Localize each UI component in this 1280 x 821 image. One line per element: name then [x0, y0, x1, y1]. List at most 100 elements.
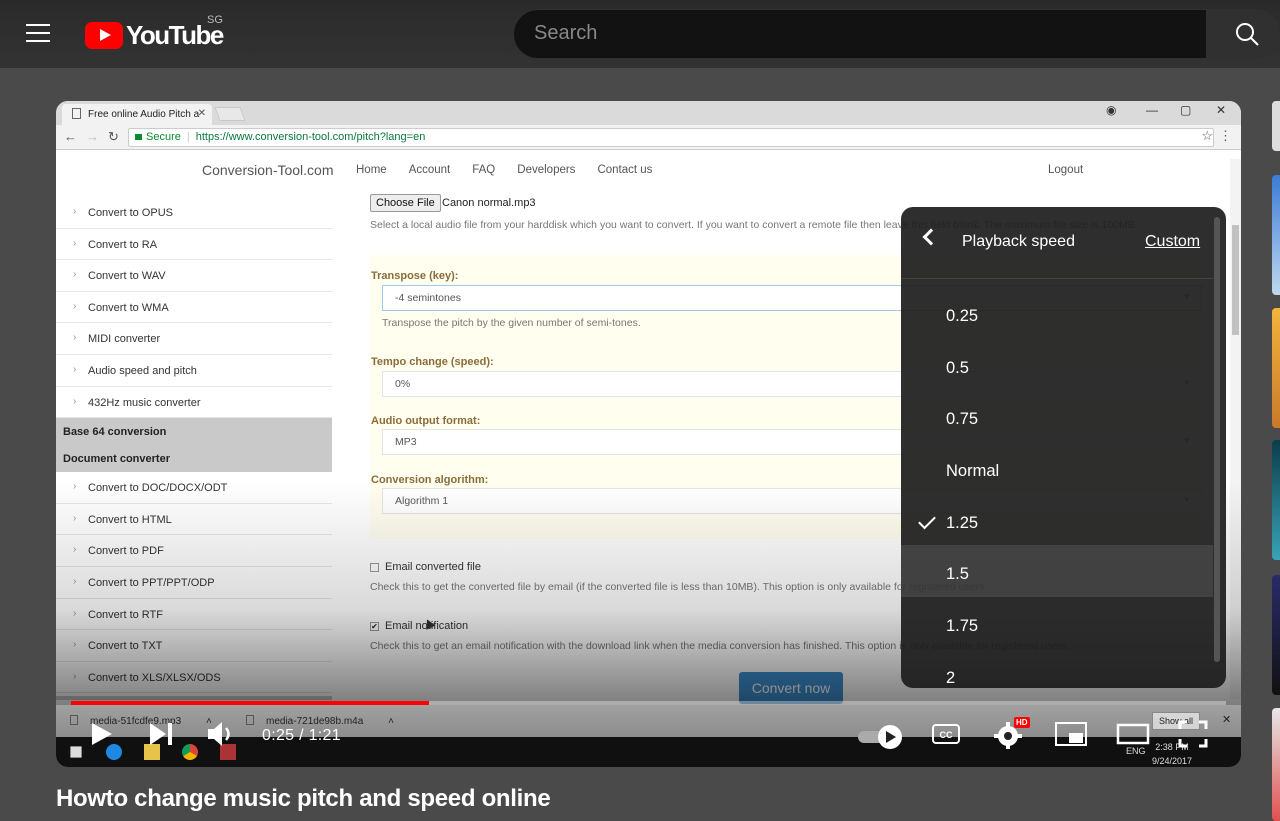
sidebar-item[interactable]: Convert to HTML	[56, 504, 332, 536]
back-chevron-icon[interactable]	[922, 228, 940, 246]
sidebar-item[interactable]: Convert to PDF	[56, 535, 332, 567]
nav-contact[interactable]: Contact us	[597, 164, 652, 176]
download-item[interactable]: media-721de98b.m4a ˄	[246, 715, 394, 727]
minimize-icon[interactable]: —	[1146, 103, 1158, 117]
back-icon[interactable]: ←	[64, 129, 77, 144]
speed-option[interactable]: 0.5	[901, 339, 1213, 391]
profile-icon[interactable]: ◉	[1106, 103, 1116, 117]
site-header: Conversion-Tool.com Home Account FAQ Dev…	[56, 150, 1241, 190]
sidebar-item[interactable]: Convert to XLS/XLSX/ODS	[56, 662, 332, 694]
sidebar-item[interactable]: 432Hz music converter	[56, 387, 332, 419]
volume-icon[interactable]	[206, 719, 238, 749]
sidebar-item[interactable]: Convert to RTF	[56, 599, 332, 631]
sidebar-scrollbar[interactable]	[56, 696, 332, 700]
speed-option[interactable]: 1.5	[901, 545, 1213, 598]
lock-icon	[135, 134, 142, 140]
page-scrollbar-thumb[interactable]	[1232, 225, 1239, 335]
window-close-icon[interactable]: ✕	[1216, 103, 1226, 117]
site-logo[interactable]: Conversion-Tool.com	[202, 162, 334, 178]
sidebar: Convert to OPUS Convert to RA Convert to…	[56, 197, 332, 694]
video-title: Howto change music pitch and speed onlin…	[56, 785, 551, 812]
autoplay-toggle[interactable]	[856, 723, 906, 749]
speed-menu-scrollbar[interactable]	[1214, 217, 1220, 662]
transpose-hint: Transpose the pitch by the given number …	[382, 317, 641, 329]
search-button[interactable]	[1207, 9, 1280, 59]
related-thumb[interactable]	[1272, 101, 1280, 151]
sidebar-item[interactable]: Convert to WAV	[56, 260, 332, 292]
logout-link[interactable]: Logout	[1048, 164, 1083, 176]
youtube-header: YouTube SG Search	[0, 0, 1280, 68]
sidebar-item[interactable]: MIDI converter	[56, 323, 332, 355]
speed-menu-title[interactable]: Playback speed	[962, 233, 1075, 251]
chrome-icon[interactable]	[182, 744, 198, 760]
nav-account[interactable]: Account	[409, 164, 451, 176]
miniplayer-icon[interactable]	[1054, 719, 1088, 749]
progress-bar[interactable]	[71, 701, 1226, 705]
time-display: 0:25 / 1:21	[262, 727, 341, 744]
playback-speed-menu: Playback speed Custom 0.25 0.5 0.75 Norm…	[901, 207, 1226, 688]
close-icon[interactable]: ✕	[198, 108, 206, 119]
speed-option-selected[interactable]: 1.25	[901, 494, 1213, 546]
email-file-hint: Check this to get the converted file by …	[370, 581, 988, 593]
sidebar-item[interactable]: Convert to PPT/PPT/ODP	[56, 567, 332, 599]
speed-option[interactable]: 0.25	[901, 287, 1213, 339]
choose-file-button[interactable]: Choose File	[370, 194, 441, 212]
forward-icon[interactable]: →	[86, 129, 99, 144]
related-thumb[interactable]	[1272, 708, 1280, 821]
nav-home[interactable]: Home	[356, 164, 387, 176]
url-field[interactable]: Secure | https://www.conversion-tool.com/p…	[128, 128, 1214, 147]
sidebar-heading-base64[interactable]: Base 64 conversion	[56, 418, 332, 446]
sidebar-item[interactable]: Convert to WMA	[56, 292, 332, 324]
document-icon	[72, 108, 81, 119]
fullscreen-icon[interactable]	[1178, 719, 1208, 749]
speed-option-label: 1.25	[946, 513, 979, 532]
youtube-logo[interactable]: YouTube	[85, 20, 224, 51]
search-input[interactable]: Search	[513, 9, 1207, 59]
download-file-name: media-721de98b.m4a	[266, 716, 364, 727]
sidebar-item[interactable]: Convert to TXT	[56, 630, 332, 662]
email-file-checkbox[interactable]	[370, 563, 379, 572]
related-thumb[interactable]	[1272, 308, 1280, 428]
nav-developers[interactable]: Developers	[517, 164, 575, 176]
chevron-up-icon[interactable]: ˄	[388, 716, 394, 727]
menu-icon[interactable]	[26, 24, 50, 42]
video-player[interactable]: Free online Audio Pitch a ✕ ◉ — ▢ ✕ ← → …	[56, 101, 1241, 767]
sidebar-item[interactable]: Convert to OPUS	[56, 197, 332, 229]
browser-tab[interactable]: Free online Audio Pitch a ✕	[62, 104, 212, 125]
theater-mode-icon[interactable]	[1116, 719, 1150, 749]
related-thumb[interactable]	[1272, 175, 1280, 295]
search-icon	[1236, 23, 1259, 46]
speed-option[interactable]: 0.75	[901, 390, 1213, 442]
sidebar-item[interactable]: Audio speed and pitch	[56, 355, 332, 387]
page-scrollbar[interactable]	[1230, 159, 1241, 699]
nav-faq[interactable]: FAQ	[472, 164, 495, 176]
reload-icon[interactable]: ↻	[108, 129, 119, 145]
bookmark-star-icon[interactable]: ☆	[1201, 128, 1213, 144]
sidebar-item[interactable]: Convert to DOC/DOCX/ODT	[56, 472, 332, 504]
related-thumb[interactable]	[1272, 440, 1280, 560]
related-thumb[interactable]	[1272, 575, 1280, 695]
tab-title: Free online Audio Pitch a	[88, 109, 200, 120]
sidebar-heading-document[interactable]: Document converter	[56, 445, 332, 473]
sidebar-item[interactable]: Convert to RA	[56, 229, 332, 261]
browser-menu-icon[interactable]: ⋮	[1219, 128, 1232, 144]
email-notify-label: Email notification	[385, 620, 469, 632]
windows-start-icon[interactable]	[70, 746, 82, 758]
tempo-label: Tempo change (speed):	[371, 356, 494, 368]
subtitles-icon[interactable]: CC	[931, 719, 961, 749]
speed-option[interactable]: Normal	[901, 442, 1213, 494]
maximize-icon[interactable]: ▢	[1180, 103, 1191, 117]
speed-option[interactable]: 2	[901, 649, 1213, 688]
next-icon[interactable]	[148, 719, 174, 749]
url-text: https://www.conversion-tool.com/pitch?la…	[195, 131, 426, 143]
email-notify-checkbox[interactable]: ✔	[370, 622, 379, 631]
close-icon[interactable]: ✕	[1222, 713, 1231, 726]
play-icon[interactable]	[90, 719, 114, 749]
speed-option[interactable]: 1.75	[901, 597, 1213, 649]
custom-speed-link[interactable]: Custom	[1145, 233, 1200, 251]
secure-label: Secure	[146, 131, 181, 143]
convert-now-button[interactable]: Convert now	[739, 672, 843, 704]
algorithm-label: Conversion algorithm:	[371, 474, 489, 486]
youtube-play-icon	[85, 22, 123, 49]
new-tab-button[interactable]	[214, 107, 246, 121]
